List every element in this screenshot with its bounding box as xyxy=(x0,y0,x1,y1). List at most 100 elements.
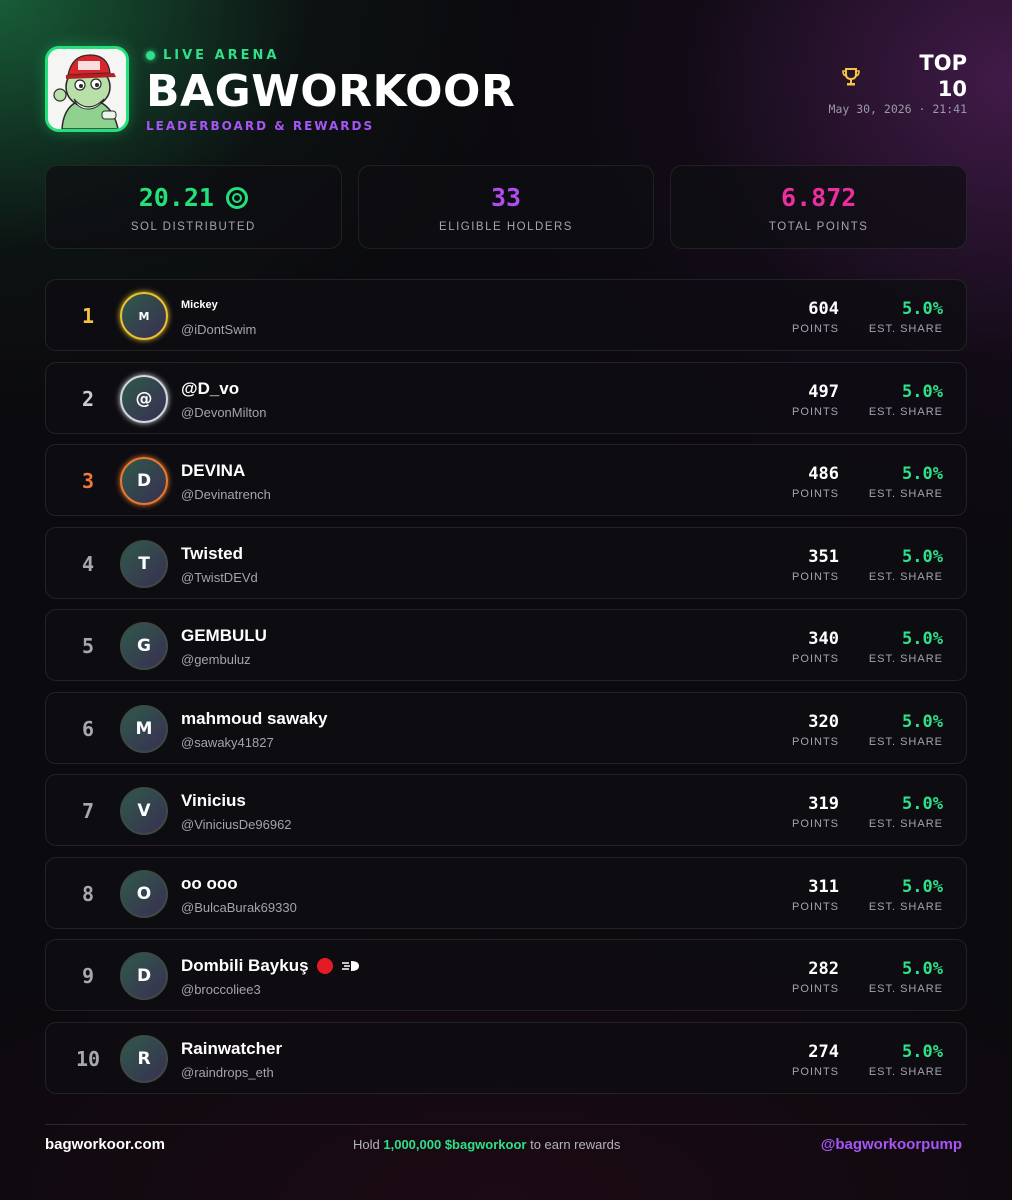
share-value: 5.0% xyxy=(902,464,943,484)
display-name: Dombili Baykuş xyxy=(181,956,361,976)
dash-arrow-icon xyxy=(341,961,359,971)
leaderboard-page: LIVE ARENA BAGWORKOOR LEADERBOARD & REWA… xyxy=(45,0,968,1200)
stat-card-holders: 33 ELIGIBLE HOLDERS xyxy=(357,165,655,249)
share-label: EST. SHARE xyxy=(868,571,943,583)
leaderboard-row[interactable]: 4 T Twisted @TwistDEVd 351 POINTS 5.0% EST. SHA… xyxy=(45,527,967,599)
share-value: 5.0% xyxy=(902,959,943,979)
hold-suffix: to earn rewards xyxy=(530,1137,621,1152)
points-label: POINTS xyxy=(792,983,839,995)
stat-sol-value-wrap: 20.21 xyxy=(46,184,341,212)
leaderboard-row[interactable]: 2 @ @D_vo @DevonMilton 497 POINTS 5.0% EST. SHA… xyxy=(45,362,967,434)
rank-number: 2 xyxy=(81,387,95,411)
user-handle: @raindrops_eth xyxy=(181,1065,274,1080)
user-handle: @DevonMilton xyxy=(181,405,267,420)
site-link[interactable]: bagworkoor.com xyxy=(45,1136,165,1153)
display-name-text: DEVINA xyxy=(181,461,246,480)
user-handle: @sawaky41827 xyxy=(181,735,274,750)
points-label: POINTS xyxy=(792,571,839,583)
stat-points-label: TOTAL POINTS xyxy=(768,221,869,233)
leaderboard-row[interactable]: 1 M Mickey @iDontSwim 604 POINTS 5.0% EST. SHAR… xyxy=(45,279,967,351)
display-name-text: mahmoud sawaky xyxy=(181,709,328,728)
display-name: GEMBULU xyxy=(181,626,267,646)
points-label: POINTS xyxy=(792,323,839,335)
rank-number: 7 xyxy=(81,799,95,823)
rank-number: 4 xyxy=(81,552,95,576)
points-label: POINTS xyxy=(792,1066,839,1078)
display-name: Mickey xyxy=(181,299,218,311)
logo-avatar-icon xyxy=(45,46,129,132)
avatar: O xyxy=(120,870,168,918)
share-value: 5.0% xyxy=(902,382,943,402)
avatar: R xyxy=(120,1035,168,1083)
avatar: G xyxy=(120,622,168,670)
share-label: EST. SHARE xyxy=(868,1066,943,1078)
leaderboard-row[interactable]: 3 D DEVINA @Devinatrench 486 POINTS 5.0% EST. S… xyxy=(45,444,967,516)
share-label: EST. SHARE xyxy=(868,323,943,335)
points-value: 319 xyxy=(808,794,839,814)
points-value: 320 xyxy=(808,712,839,732)
points-label: POINTS xyxy=(792,736,839,748)
user-handle: @Devinatrench xyxy=(181,487,271,502)
points-value: 340 xyxy=(808,629,839,649)
display-name: @D_vo xyxy=(181,379,239,399)
share-label: EST. SHARE xyxy=(868,653,943,665)
header: LIVE ARENA BAGWORKOOR LEADERBOARD & REWA… xyxy=(45,46,967,136)
points-value: 311 xyxy=(808,877,839,897)
share-value: 5.0% xyxy=(902,794,943,814)
share-label: EST. SHARE xyxy=(868,488,943,500)
points-value: 351 xyxy=(808,547,839,567)
leaderboard-row[interactable]: 9 D Dombili Baykuş @broccoliee3 282 POINTS 5.0… xyxy=(45,939,967,1011)
share-value: 5.0% xyxy=(902,629,943,649)
points-label: POINTS xyxy=(792,818,839,830)
display-name: Twisted xyxy=(181,544,243,564)
display-name-text: Twisted xyxy=(181,544,244,563)
stat-card-sol: 20.21 SOL DISTRIBUTED xyxy=(45,165,342,249)
trophy-icon xyxy=(842,68,860,86)
display-name-text: Mickey xyxy=(181,299,218,311)
user-handle: @gembuluz xyxy=(181,652,251,667)
avatar: M xyxy=(120,292,168,340)
live-arena-label: LIVE ARENA xyxy=(146,47,280,63)
top-badge: TOP 10 May 30, 2026 · 21:41 xyxy=(807,50,967,120)
sol-coin-icon xyxy=(225,187,248,209)
page-subtitle: LEADERBOARD & REWARDS xyxy=(146,119,375,133)
points-label: POINTS xyxy=(792,406,839,418)
share-value: 5.0% xyxy=(902,547,943,567)
user-handle: @broccoliee3 xyxy=(181,982,261,997)
stat-holders-label: ELIGIBLE HOLDERS xyxy=(439,221,573,233)
user-handle: @ViniciusDe96962 xyxy=(181,817,292,832)
share-value: 5.0% xyxy=(902,877,943,897)
display-name-text: oo ooo xyxy=(181,874,238,893)
avatar: T xyxy=(120,540,168,588)
points-value: 497 xyxy=(808,382,839,402)
leaderboard-row[interactable]: 8 Ooo ooo @BulcaBurak69330 311 POINTS 5.0% EST… xyxy=(45,857,967,929)
share-label: EST. SHARE xyxy=(868,983,943,995)
share-label: EST. SHARE xyxy=(868,818,943,830)
timestamp: May 30, 2026 · 21:41 xyxy=(828,102,967,116)
avatar: D xyxy=(120,952,168,1000)
hold-amount: 1,000,000 $bagworkoor xyxy=(383,1137,527,1152)
display-name-text: Dombili Baykuş xyxy=(181,956,309,975)
hold-requirement: Hold 1,000,000 $bagworkoor to earn rewar… xyxy=(353,1137,620,1152)
rank-number: 3 xyxy=(81,469,95,493)
leaderboard-row[interactable]: 7 V Vinicius @ViniciusDe96962 319 POINTS 5.0% E… xyxy=(45,774,967,846)
user-handle: @BulcaBurak69330 xyxy=(181,900,297,915)
social-handle-link[interactable]: @bagworkoorpump xyxy=(821,1136,962,1153)
user-handle: @TwistDEVd xyxy=(181,570,258,585)
leaderboard-row[interactable]: 6 Mmahmoud sawaky @sawaky41827 320 POINTS 5.0… xyxy=(45,692,967,764)
live-arena-text: LIVE ARENA xyxy=(163,47,280,63)
leaderboard-row[interactable]: 5 G GEMBULU @gembuluz 340 POINTS 5.0% EST. SHAR… xyxy=(45,609,967,681)
stat-sol-value: 20.21 xyxy=(138,183,214,212)
rank-number: 9 xyxy=(81,964,95,988)
points-value: 274 xyxy=(808,1042,839,1062)
rank-number: 10 xyxy=(75,1047,101,1071)
points-label: POINTS xyxy=(792,653,839,665)
leaderboard-row[interactable]: 10 R Rainwatcher @raindrops_eth 274 POINTS 5.0… xyxy=(45,1022,967,1094)
share-label: EST. SHARE xyxy=(868,901,943,913)
red-circle-icon xyxy=(316,958,333,974)
share-value: 5.0% xyxy=(902,1042,943,1062)
display-name-text: Rainwatcher xyxy=(181,1039,283,1058)
avatar: D xyxy=(120,457,168,505)
share-value: 5.0% xyxy=(902,299,943,319)
live-status-dot-icon xyxy=(146,50,155,60)
